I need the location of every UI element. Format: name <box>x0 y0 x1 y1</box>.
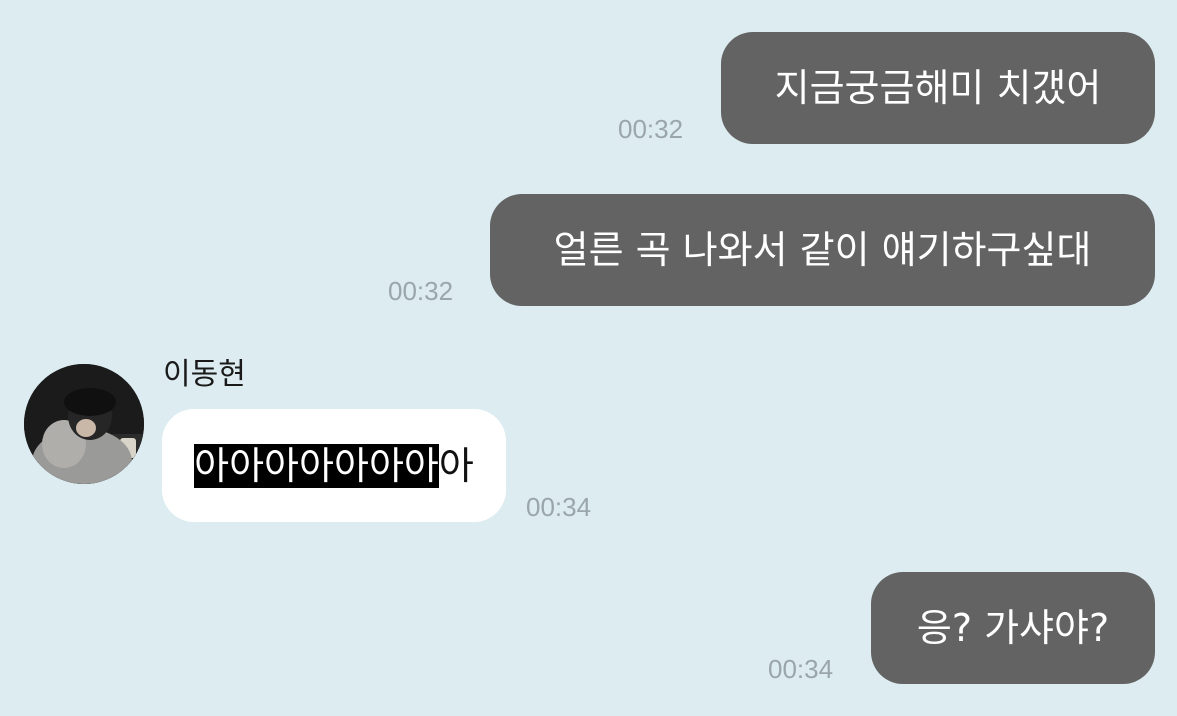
message-timestamp: 00:32 <box>388 276 454 306</box>
message-text-remainder: 아 <box>438 443 474 488</box>
sent-message-bubble[interactable]: 얼른 곡 나와서 같이 얘기하구싶대 <box>490 194 1155 306</box>
message-timestamp: 00:34 <box>526 492 592 522</box>
message-text: 얼른 곡 나와서 같이 얘기하구싶대 <box>553 228 1092 272</box>
message-timestamp: 00:34 <box>768 654 834 684</box>
received-message-bubble[interactable]: 아아아아아아아아 <box>162 409 506 522</box>
message-text: 지금궁금해미 치갰어 <box>774 66 1102 110</box>
message-text: 응? 가샤야? <box>916 606 1110 650</box>
selected-text-highlight[interactable]: 아아아아아아아 <box>194 443 439 488</box>
sender-name: 이동현 <box>163 357 246 392</box>
message-timestamp: 00:32 <box>618 114 684 144</box>
chat-thread: 지금궁금해미 치갰어 00:32 얼른 곡 나와서 같이 얘기하구싶대 00:3… <box>0 0 1177 716</box>
sent-message-bubble[interactable]: 지금궁금해미 치갰어 <box>721 32 1155 144</box>
sent-message-bubble[interactable]: 응? 가샤야? <box>871 572 1155 684</box>
message-text: 아아아아아아아아 <box>194 443 474 488</box>
sender-avatar[interactable] <box>24 364 144 484</box>
avatar-photo-icon <box>24 364 144 484</box>
